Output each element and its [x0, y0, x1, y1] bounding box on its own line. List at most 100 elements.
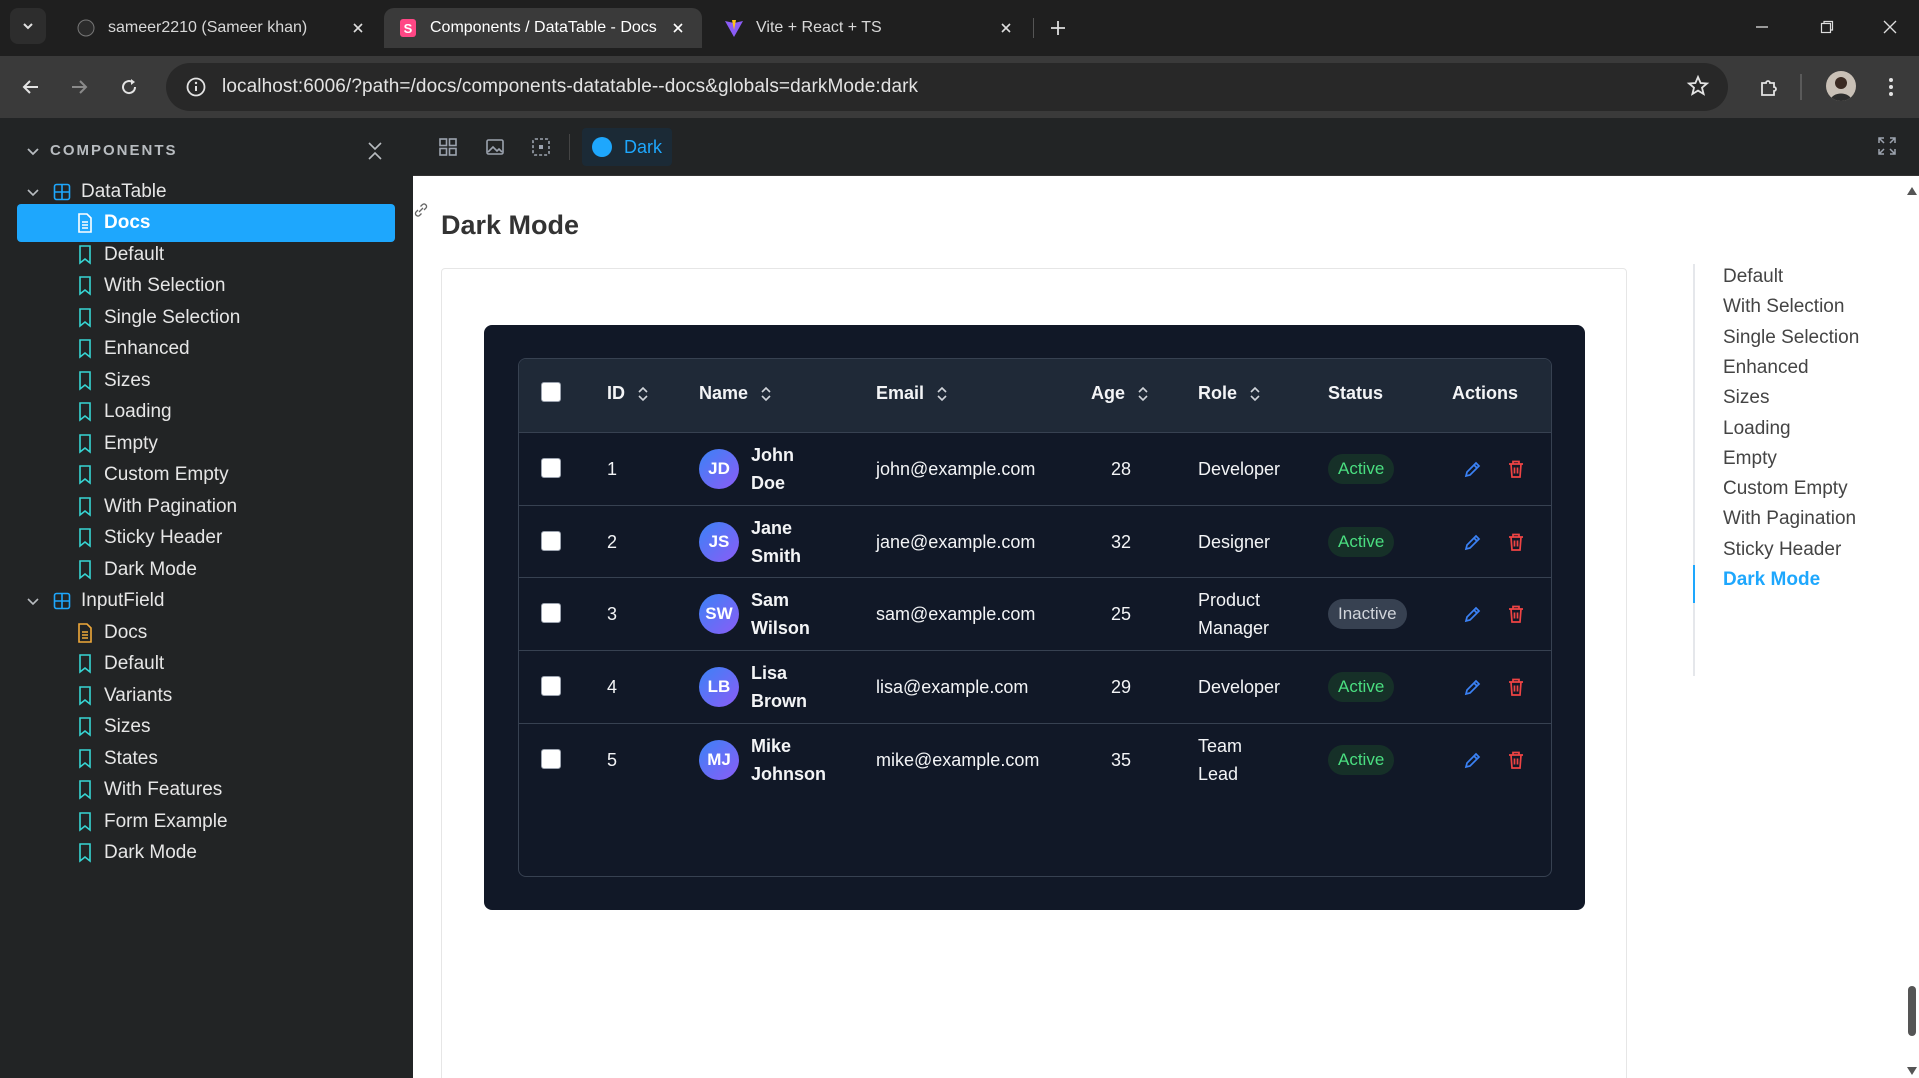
background-button[interactable]: [482, 134, 508, 160]
edit-icon[interactable]: [1462, 676, 1484, 698]
profile-avatar[interactable]: [1826, 71, 1856, 101]
table-row[interactable]: 3 SW Sam Wilson sam@example.com 25 Product Mana…: [519, 577, 1551, 650]
edit-icon[interactable]: [1462, 749, 1484, 771]
toc-link-dark-mode[interactable]: Dark Mode: [1723, 569, 1820, 591]
cell-name: John Doe: [751, 441, 794, 497]
scroll-up-arrow[interactable]: [1907, 182, 1917, 200]
row-checkbox[interactable]: [541, 676, 561, 697]
avatar: MJ: [699, 739, 739, 780]
collapse-all-button[interactable]: [366, 140, 384, 167]
column-header-name[interactable]: Name: [699, 383, 772, 404]
bookmark-icon: [74, 275, 96, 297]
sort-icon[interactable]: [1137, 385, 1149, 403]
bookmark-icon: [74, 307, 96, 329]
trash-icon[interactable]: [1505, 603, 1527, 625]
row-checkbox[interactable]: [541, 748, 561, 769]
table-row[interactable]: 4 LB Lisa Brown lisa@example.com 29 Developer A…: [519, 650, 1551, 723]
toc-link-loading[interactable]: Loading: [1723, 418, 1791, 440]
tab-search-button[interactable]: [10, 8, 46, 44]
close-window-button[interactable]: [1873, 12, 1907, 42]
toc-link-with-selection[interactable]: With Selection: [1723, 296, 1844, 318]
column-header-id[interactable]: ID: [607, 383, 649, 404]
grid-toggle-button[interactable]: [435, 134, 461, 160]
trash-icon[interactable]: [1505, 749, 1527, 771]
bookmark-star-icon[interactable]: [1686, 74, 1710, 103]
tab-github[interactable]: sameer2210 (Sameer khan): [62, 8, 382, 48]
close-icon[interactable]: [996, 18, 1016, 38]
sort-icon[interactable]: [637, 385, 649, 403]
chevron-down-icon: [27, 186, 43, 198]
row-checkbox[interactable]: [541, 530, 561, 551]
toc-link-enhanced[interactable]: Enhanced: [1723, 357, 1809, 379]
minimize-button[interactable]: [1745, 12, 1779, 42]
tab-storybook[interactable]: S Components / DataTable - Docs: [384, 8, 702, 48]
toc-link-sticky-header[interactable]: Sticky Header: [1723, 539, 1841, 561]
sort-icon[interactable]: [760, 385, 772, 403]
select-all-checkbox[interactable]: [541, 382, 561, 402]
table-row[interactable]: 1 JD John Doe john@example.com 28 Developer Act…: [519, 432, 1551, 505]
toc-link-with-pagination[interactable]: With Pagination: [1723, 508, 1856, 530]
site-info-button[interactable]: [174, 69, 218, 105]
sidebar-section-header[interactable]: COMPONENTS: [26, 142, 178, 159]
edit-icon[interactable]: [1462, 458, 1484, 480]
bookmark-icon: [74, 811, 96, 833]
grid-icon: [439, 138, 457, 156]
extensions-button[interactable]: [1752, 70, 1786, 104]
sidebar-item-dark-mode[interactable]: Dark Mode: [17, 834, 395, 872]
fullscreen-button[interactable]: [1877, 136, 1897, 161]
column-header-email[interactable]: Email: [876, 383, 948, 404]
close-icon[interactable]: [668, 18, 688, 38]
menu-button[interactable]: [1874, 70, 1908, 104]
toc-link-sizes[interactable]: Sizes: [1723, 387, 1769, 409]
edit-icon[interactable]: [1462, 603, 1484, 625]
dark-mode-toggle[interactable]: Dark: [582, 128, 673, 166]
toc-link-single-selection[interactable]: Single Selection: [1723, 327, 1859, 349]
column-header-label: ID: [607, 383, 625, 403]
bookmark-icon: [74, 779, 96, 801]
back-button[interactable]: [14, 70, 48, 104]
role-line: Product: [1198, 590, 1261, 611]
toc-link-empty[interactable]: Empty: [1723, 448, 1777, 470]
plus-icon: [1051, 21, 1065, 35]
sidebar-item-label: Sizes: [104, 716, 151, 737]
toc-link-default[interactable]: Default: [1723, 266, 1783, 288]
sidebar-item-label: Docs: [104, 212, 151, 233]
cell-role: Product Manager: [1198, 586, 1269, 642]
cell-age: 29: [1111, 677, 1132, 698]
scroll-down-arrow[interactable]: [1907, 1062, 1917, 1078]
sidebar-section-title: COMPONENTS: [50, 142, 178, 159]
address-bar[interactable]: localhost:6006/?path=/docs/components-da…: [166, 63, 1728, 111]
column-header-actions: Actions: [1452, 383, 1518, 404]
toc-link-custom-empty[interactable]: Custom Empty: [1723, 478, 1848, 500]
outline-button[interactable]: [528, 134, 554, 160]
cell-role: Designer: [1198, 531, 1271, 552]
table-row[interactable]: 5 MJ Mike Johnson mike@example.com 35 Team Lead…: [519, 722, 1551, 796]
storybook-toolbar: Dark: [413, 118, 1919, 176]
last-name: Smith: [751, 545, 802, 566]
edit-icon[interactable]: [1462, 531, 1484, 553]
scrollbar-thumb[interactable]: [1908, 986, 1916, 1036]
collapse-icon: [368, 142, 382, 160]
expand-icon: [1878, 137, 1896, 155]
link-icon[interactable]: [413, 202, 429, 223]
restore-button[interactable]: [1810, 12, 1844, 42]
row-checkbox[interactable]: [541, 458, 561, 478]
close-icon[interactable]: [348, 18, 368, 38]
sort-icon[interactable]: [1249, 385, 1261, 403]
forward-button[interactable]: [62, 70, 96, 104]
trash-icon[interactable]: [1505, 458, 1527, 480]
column-header-age[interactable]: Age: [1091, 383, 1149, 404]
new-tab-button[interactable]: [1044, 14, 1072, 42]
cell-id: 4: [607, 677, 618, 698]
tab-vite[interactable]: Vite + React + TS: [710, 8, 1030, 48]
reload-button[interactable]: [112, 70, 146, 104]
trash-icon[interactable]: [1505, 676, 1527, 698]
datatable-dark-container: ID Name Email Age Role Status Actions 1 …: [484, 325, 1585, 910]
sort-icon[interactable]: [936, 385, 948, 403]
toolbar-divider: [1800, 74, 1802, 100]
column-header-role[interactable]: Role: [1198, 383, 1261, 404]
scrollbar[interactable]: [1904, 176, 1919, 1078]
row-checkbox[interactable]: [541, 603, 561, 624]
trash-icon[interactable]: [1505, 531, 1527, 553]
table-row[interactable]: 2 JS Jane Smith jane@example.com 32 Designer Ac…: [519, 504, 1551, 578]
